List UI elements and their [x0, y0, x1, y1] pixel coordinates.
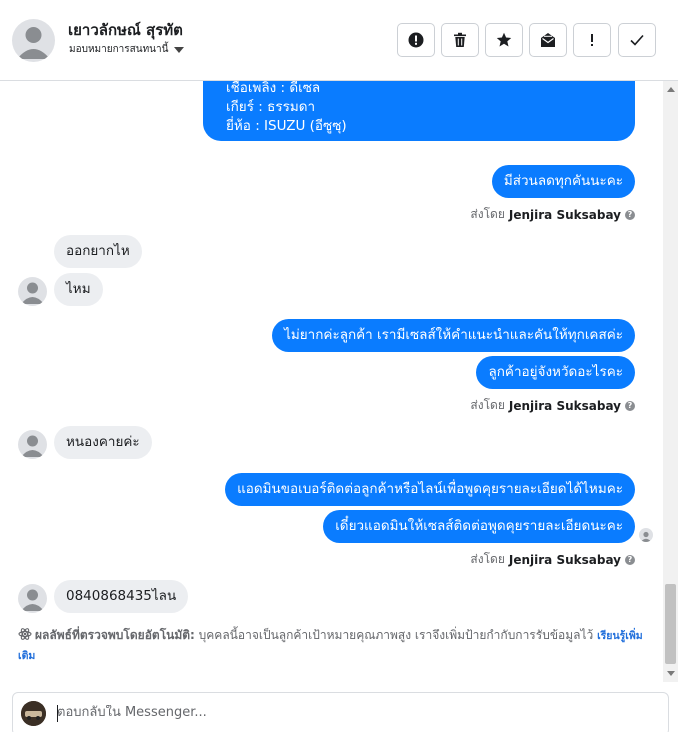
conversation-header: เยาวลักษณ์ สุรทัต มอบหมายการสนทนานี้: [0, 0, 678, 81]
default-user-icon: [17, 27, 50, 59]
auto-detected-title: ผลลัพธ์ที่ตรวจพบโดยอัตโนมัติ:: [35, 628, 195, 642]
atom-icon: [18, 628, 32, 640]
page-logo-icon: [21, 701, 46, 726]
outgoing-message[interactable]: เดี๋ยวแอดมินให้เซลส์ติดต่อพูดคุยรายละเอี…: [323, 510, 635, 543]
mark-unread-icon: [541, 33, 555, 47]
default-user-icon: [21, 435, 44, 457]
follow-up-button[interactable]: [573, 23, 611, 57]
outgoing-message[interactable]: มีส่วนลดทุกคันนะคะ: [491, 165, 635, 198]
reply-input[interactable]: [57, 705, 647, 720]
star-icon: [496, 32, 512, 47]
text-cursor: [57, 705, 58, 722]
auto-detected-body: บุคคลนี้อาจเป็นลูกค้าเป้าหมายคุณภาพสูง เ…: [194, 628, 598, 642]
help-icon[interactable]: ?: [625, 400, 635, 411]
read-receipt-avatar: [639, 528, 653, 542]
mark-done-button[interactable]: [618, 23, 656, 57]
scroll-down-arrow-icon[interactable]: [667, 671, 675, 676]
customer-avatar[interactable]: [12, 19, 55, 62]
customer-avatar-small: [18, 430, 47, 459]
outgoing-message[interactable]: แอดมินขอเบอร์ติดต่อลูกค้าหรือไลน์เพื่อพู…: [225, 473, 635, 506]
customer-name[interactable]: เยาวลักษณ์ สุรทัต: [68, 18, 183, 42]
vehicle-info-message[interactable]: เชื้อเพลิง : ดีเซล เกียร์ : ธรรมดา ยี่ห้…: [203, 81, 635, 141]
default-user-icon: [21, 589, 44, 611]
scrollbar[interactable]: [663, 81, 678, 682]
incoming-message[interactable]: ออกยากไห: [54, 235, 142, 268]
sent-by-prefix: ส่งโดย: [470, 207, 505, 221]
exclamation-icon: [591, 34, 593, 46]
reply-composer: [12, 692, 669, 732]
sent-by-prefix: ส่งโดย: [470, 552, 505, 566]
mark-unread-button[interactable]: [529, 23, 567, 57]
gear-line: เกียร์ : ธรรมดา: [226, 99, 316, 115]
caret-down-icon: [174, 46, 185, 53]
customer-avatar-small: [18, 584, 47, 613]
scroll-thumb[interactable]: [665, 584, 676, 664]
sent-by-label: ส่งโดย Jenjira Suksabay ?: [470, 396, 635, 415]
action-toolbar: [397, 23, 656, 57]
sent-by-prefix: ส่งโดย: [470, 398, 505, 412]
check-icon: [630, 34, 644, 46]
sent-by-agent: Jenjira Suksabay: [508, 552, 621, 567]
alert-circle-icon: [408, 32, 424, 48]
scroll-up-arrow-icon[interactable]: [667, 87, 675, 92]
outgoing-message[interactable]: ไม่ยากค่ะลูกค้า เรามีเซลส์ให้คำแนะนำและค…: [272, 319, 635, 352]
incoming-message[interactable]: หนองคายค่ะ: [54, 426, 152, 459]
brand-line: ยี่ห้อ : ISUZU (อีซูซุ): [226, 118, 347, 134]
sent-by-label: ส่งโดย Jenjira Suksabay ?: [470, 205, 635, 224]
incoming-message[interactable]: 0840868435ไลน: [54, 580, 189, 613]
auto-detected-note: ผลลัพธ์ที่ตรวจพบโดยอัตโนมัติ: บุคคลนี้อา…: [18, 626, 648, 666]
fuel-line: เชื้อเพลิง : ดีเซล: [226, 81, 321, 96]
default-user-icon: [640, 531, 652, 542]
star-button[interactable]: [485, 23, 523, 57]
outgoing-message[interactable]: ลูกค้าอยู่จังหวัดอะไรคะ: [476, 356, 635, 389]
sent-by-agent: Jenjira Suksabay: [508, 207, 621, 222]
sent-by-label: ส่งโดย Jenjira Suksabay ?: [470, 550, 635, 569]
default-user-icon: [21, 282, 44, 304]
incoming-message[interactable]: ไหม: [54, 273, 103, 306]
message-thread: เชื้อเพลิง : ดีเซล เกียร์ : ธรรมดา ยี่ห้…: [0, 81, 663, 682]
trash-icon: [454, 32, 466, 47]
help-icon[interactable]: ?: [625, 209, 635, 220]
assign-dropdown[interactable]: มอบหมายการสนทนานี้: [69, 42, 185, 57]
delete-button[interactable]: [441, 23, 479, 57]
sent-by-agent: Jenjira Suksabay: [508, 398, 621, 413]
spam-button[interactable]: [397, 23, 435, 57]
help-icon[interactable]: ?: [625, 554, 635, 565]
assign-label: มอบหมายการสนทนานี้: [69, 44, 169, 55]
page-avatar: [21, 701, 46, 726]
customer-avatar-small: [18, 277, 47, 306]
